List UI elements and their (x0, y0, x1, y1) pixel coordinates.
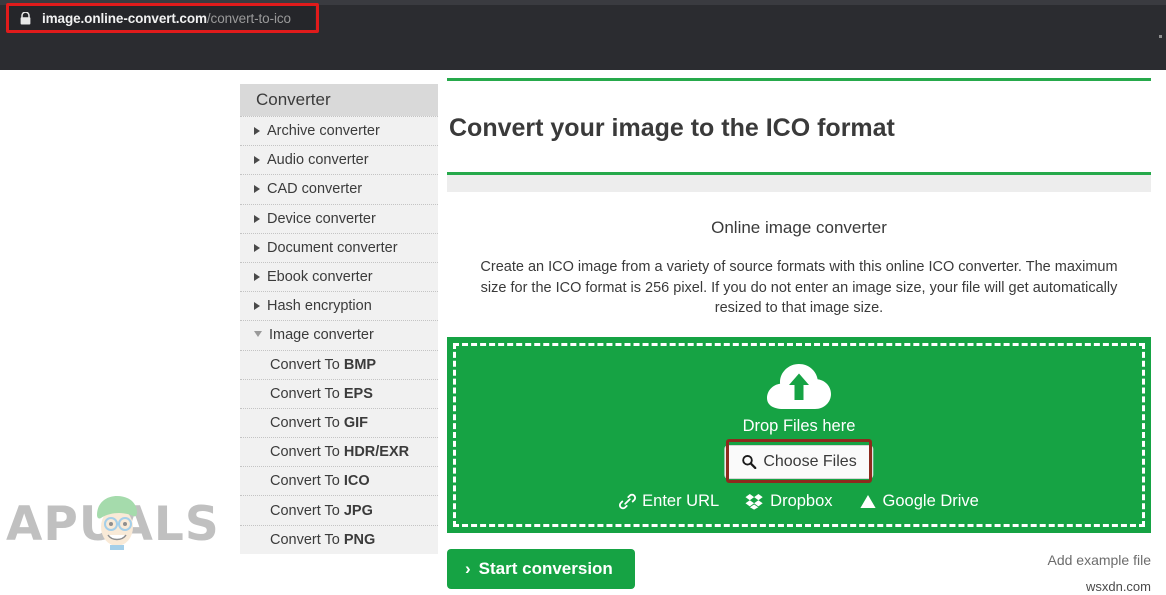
sidebar-item-label: Document converter (267, 240, 398, 256)
sidebar-item-hash-encryption[interactable]: Hash encryption (240, 291, 438, 320)
choose-files-label: Choose Files (763, 453, 856, 471)
chevron-right-icon: › (465, 560, 471, 577)
sidebar-item-label: Audio converter (267, 152, 369, 168)
sidebar-item-label: CAD converter (267, 181, 362, 197)
url-host: image.online-convert.com (42, 11, 207, 26)
sidebar-item-document-converter[interactable]: Document converter (240, 233, 438, 262)
chrome-indicator-dot (1159, 35, 1162, 38)
sidebar-subitem-convert-to-hdr-exr[interactable]: Convert ToHDR/EXR (240, 437, 438, 466)
sidebar-subitem-convert-to-gif[interactable]: Convert ToGIF (240, 408, 438, 437)
lock-icon (20, 12, 31, 25)
sidebar-subitem-prefix: Convert To (270, 503, 340, 519)
sidebar-item-cad-converter[interactable]: CAD converter (240, 174, 438, 203)
chevron-right-icon (254, 156, 260, 164)
sidebar-subitem-convert-to-bmp[interactable]: Convert ToBMP (240, 350, 438, 379)
sidebar-item-label: Archive converter (267, 123, 380, 139)
sidebar-subitem-prefix: Convert To (270, 386, 340, 402)
url-path: /convert-to-ico (207, 11, 291, 26)
sidebar-item-label: Hash encryption (267, 298, 372, 314)
chevron-right-icon (254, 215, 260, 223)
sidebar-item-image-converter[interactable]: Image converter (240, 320, 438, 349)
watermark-letter-a: A (6, 497, 43, 552)
start-conversion-label: Start conversion (479, 559, 613, 579)
dropbox-icon (745, 493, 764, 510)
service-links: Enter URL Dropbox Goog (447, 492, 1151, 511)
sidebar-subitem-prefix: Convert To (270, 532, 340, 548)
sidebar-subitem-convert-to-png[interactable]: Convert ToPNG (240, 525, 438, 554)
sidebar-item-label: Device converter (267, 211, 376, 227)
appuals-watermark: APUALS (6, 501, 220, 548)
magnifier-icon (741, 454, 756, 469)
sidebar-header: Converter (240, 84, 438, 116)
browser-chrome: image.online-convert.com/convert-to-ico (0, 0, 1166, 70)
service-link-label: Dropbox (770, 492, 832, 511)
sidebar-subitem-convert-to-eps[interactable]: Convert ToEPS (240, 379, 438, 408)
source-watermark: wsxdn.com (1086, 579, 1151, 594)
google-drive-link[interactable]: Google Drive (859, 492, 979, 511)
chevron-down-icon (254, 331, 262, 337)
start-conversion-button[interactable]: › Start conversion (447, 549, 635, 589)
sidebar-item-label: Ebook converter (267, 269, 373, 285)
intro-paragraph: Create an ICO image from a variety of so… (447, 238, 1151, 319)
sidebar-item-audio-converter[interactable]: Audio converter (240, 145, 438, 174)
sidebar-item-archive-converter[interactable]: Archive converter (240, 116, 438, 145)
sidebar: Converter Archive converter Audio conver… (240, 84, 438, 554)
drop-files-label: Drop Files here (447, 417, 1151, 436)
section-subtitle: Online image converter (447, 192, 1151, 238)
dropbox-link[interactable]: Dropbox (745, 492, 832, 511)
sidebar-item-device-converter[interactable]: Device converter (240, 204, 438, 233)
chevron-right-icon (254, 302, 260, 310)
action-row: › Start conversion Add example file wsxd… (447, 549, 1151, 595)
sidebar-item-ebook-converter[interactable]: Ebook converter (240, 262, 438, 291)
chevron-right-icon (254, 127, 260, 135)
sidebar-subitem-prefix: Convert To (270, 473, 340, 489)
sidebar-subitem-convert-to-jpg[interactable]: Convert ToJPG (240, 495, 438, 524)
chevron-right-icon (254, 185, 260, 193)
sidebar-subitem-format: BMP (344, 357, 376, 373)
sidebar-subitem-prefix: Convert To (270, 444, 340, 460)
sidebar-subitem-format: GIF (344, 415, 368, 431)
sidebar-subitem-prefix: Convert To (270, 415, 340, 431)
header-rule-top (447, 78, 1151, 81)
appuals-mascot-icon (88, 491, 146, 551)
sidebar-subitem-format: ICO (344, 473, 370, 489)
google-drive-icon (859, 493, 877, 510)
sidebar-subitem-convert-to-ico[interactable]: Convert ToICO (240, 466, 438, 495)
chevron-right-icon (254, 273, 260, 281)
sidebar-subitem-format: HDR/EXR (344, 444, 409, 460)
chevron-right-icon (254, 244, 260, 252)
service-link-label: Enter URL (642, 492, 719, 511)
sidebar-subitem-format: EPS (344, 386, 373, 402)
sidebar-item-label: Image converter (269, 327, 374, 343)
page-title: Convert your image to the ICO format (447, 98, 1151, 156)
service-link-label: Google Drive (883, 492, 979, 511)
file-dropzone[interactable]: Drop Files here Choose Files Enter URL (447, 337, 1151, 533)
link-icon (619, 493, 636, 510)
page-content: Converter Archive converter Audio conver… (0, 70, 1166, 554)
add-example-file-link[interactable]: Add example file (1047, 552, 1151, 568)
main-content: Convert your image to the ICO format Onl… (447, 78, 1151, 595)
enter-url-link[interactable]: Enter URL (619, 492, 719, 511)
sidebar-subitem-prefix: Convert To (270, 357, 340, 373)
toolbar-strip (447, 175, 1151, 192)
address-bar[interactable]: image.online-convert.com/convert-to-ico (8, 5, 315, 31)
cloud-upload-icon (763, 359, 835, 411)
sidebar-subitem-format: JPG (344, 503, 373, 519)
choose-files-button[interactable]: Choose Files (724, 445, 873, 479)
sidebar-subitem-format: PNG (344, 532, 375, 548)
